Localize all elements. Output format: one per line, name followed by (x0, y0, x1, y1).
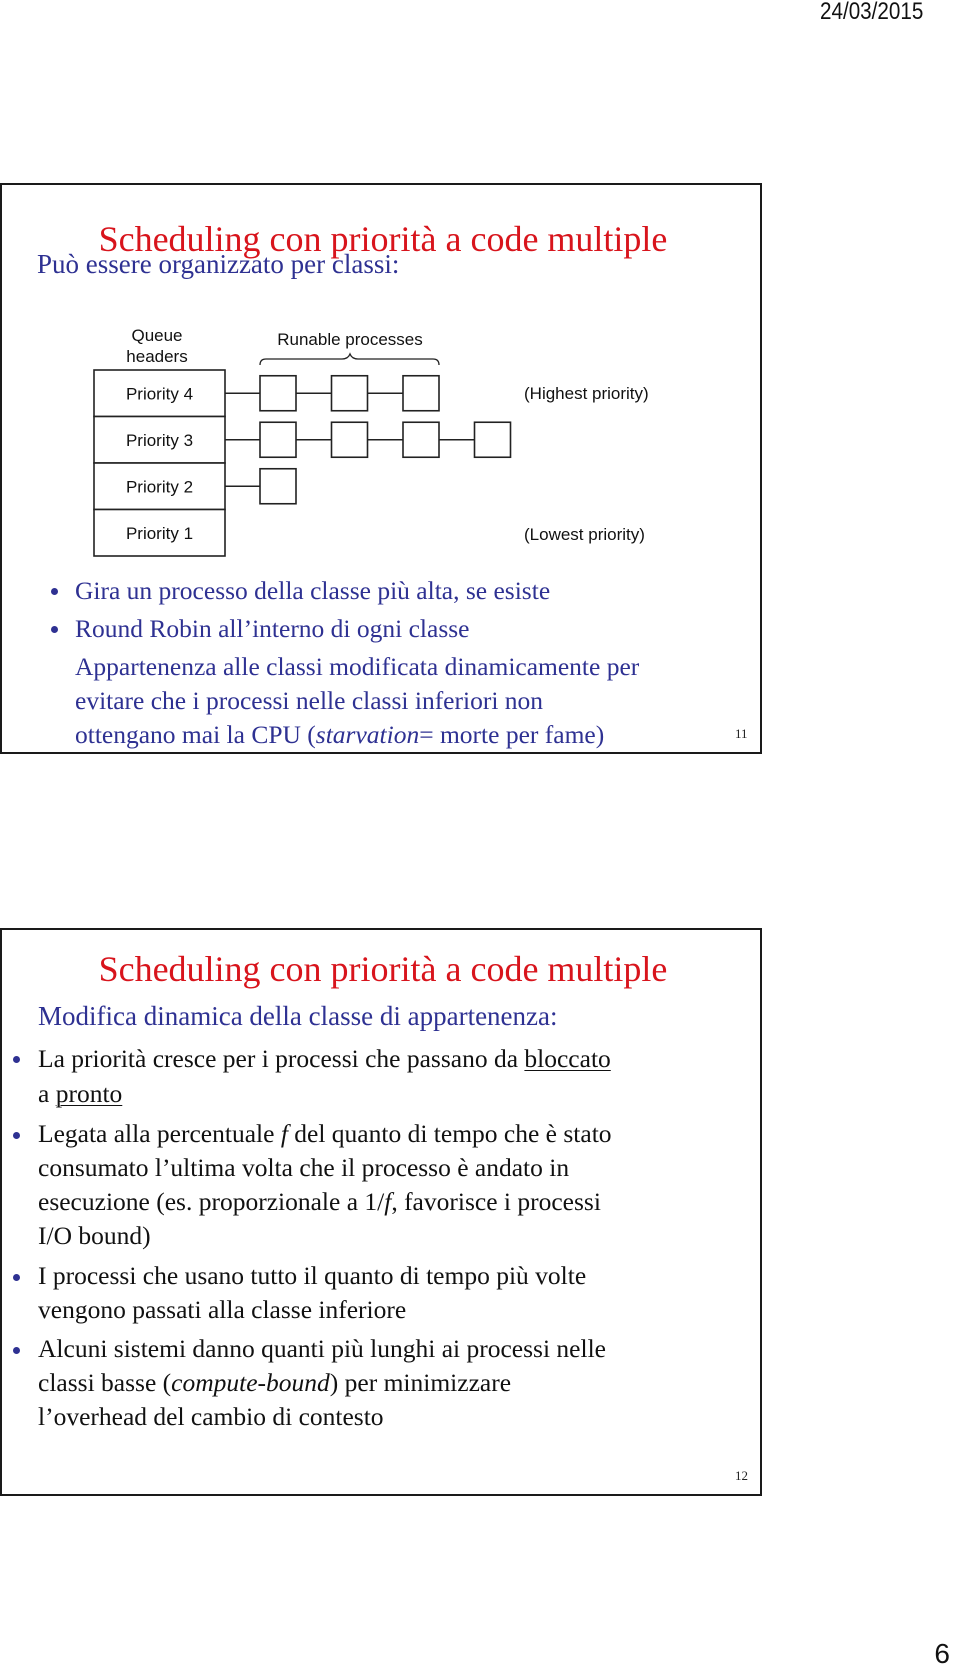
process-box (330, 421, 369, 459)
queue-header-label: Priority 3 (126, 431, 193, 450)
bullet-icon (51, 588, 58, 595)
brace (259, 352, 440, 366)
queue-row: Priority 2 (93, 462, 297, 511)
queue-headers-label-2: headers (126, 347, 187, 366)
bullet-line: Legata alla percentuale f del quanto di … (38, 1117, 612, 1151)
process-box (402, 421, 440, 459)
bullet-line: Alcuni sistemi danno quanti più lunghi a… (38, 1334, 606, 1363)
text: La priorità cresce per i processi che pa… (38, 1044, 525, 1073)
slide-11: Scheduling con priorità a code multiple … (0, 183, 762, 754)
runable-processes-label: Runable processes (277, 330, 423, 349)
bullet-icon (13, 1347, 20, 1354)
queue-row: Priority 4 (93, 369, 440, 418)
underlined-pronto: pronto (55, 1079, 123, 1108)
text: esecuzione (es. proporzionale a 1/ (38, 1187, 385, 1216)
text: , favorisce i processi (391, 1187, 601, 1216)
queue-headers-label: Queue (131, 326, 182, 345)
bullet-line: esecuzione (es. proporzionale a 1/f, fav… (38, 1185, 612, 1219)
text: a (38, 1079, 56, 1108)
priority-queues-diagram: Queue headers Runable processes Priority… (93, 326, 649, 557)
bullet-line: l’overhead del cambio di contesto (38, 1402, 384, 1431)
bullet-text: Gira un processo della classe più alta, … (75, 576, 551, 605)
paragraph-line: ottengano mai la CPU (starvation= morte … (75, 718, 639, 752)
bullet-line: I processi che usano tutto il quanto di … (38, 1261, 587, 1290)
bullet-icon (13, 1132, 20, 1139)
emphasis-f: f (280, 1119, 288, 1148)
bullet-icon (51, 626, 58, 633)
paragraph-line: Appartenenza alle classi modificata dina… (75, 652, 640, 681)
bullet-line: vengono passati alla classe inferiore (38, 1295, 407, 1324)
slide-number: 11 (735, 726, 748, 741)
queue-header-label: Priority 4 (126, 384, 193, 403)
queue-row: Priority 3 (93, 415, 512, 464)
text: ) per minimizzare (329, 1368, 512, 1397)
process-box (259, 374, 297, 412)
slide-subtitle: Modifica dinamica della classe di appart… (38, 1001, 558, 1031)
emphasis-compute-bound: compute-bound (171, 1368, 330, 1397)
page-number: 6 (934, 1638, 950, 1669)
bullet-line: consumato l’ultima volta che il processo… (38, 1153, 570, 1182)
text: del quanto di tempo che è stato (287, 1119, 612, 1148)
highest-priority-label: (Highest priority) (524, 384, 649, 403)
process-box (259, 421, 297, 459)
paragraph-line: evitare che i processi nelle classi infe… (75, 686, 544, 715)
process-box (473, 421, 512, 459)
bullet-line: La priorità cresce per i processi che pa… (38, 1041, 611, 1076)
queue-header-label: Priority 2 (126, 477, 193, 496)
slide-12: Scheduling con priorità a code multiple … (0, 928, 762, 1496)
document-date: 24/03/2015 (820, 0, 924, 25)
emphasis-starvation: starvation (315, 720, 420, 749)
process-box (402, 374, 440, 412)
queue-row: Priority 1 (93, 508, 226, 557)
text: ottengano mai la CPU ( (75, 720, 316, 749)
process-box (259, 467, 297, 505)
lowest-priority-label: (Lowest priority) (524, 525, 645, 544)
bullet-item: Round Robin all’interno di ogni classe (51, 611, 470, 646)
slide-number: 12 (735, 1468, 748, 1483)
bullet-icon (13, 1056, 20, 1063)
bullet-item: La priorità cresce per i processi che pa… (13, 1041, 611, 1111)
bullet-item: Gira un processo della classe più alta, … (51, 573, 551, 608)
bullet-item: I processi che usano tutto il quanto di … (13, 1259, 587, 1327)
bullet-line: a pronto (38, 1076, 611, 1111)
slide-title: Scheduling con priorità a code multiple (98, 949, 668, 989)
text: = morte per fame) (419, 720, 605, 749)
paragraph: Appartenenza alle classi modificata dina… (75, 650, 639, 752)
bullet-icon (13, 1274, 20, 1281)
bullet-item: Legata alla percentuale f del quanto di … (13, 1117, 612, 1253)
text: Legata alla percentuale (38, 1119, 281, 1148)
bullet-line: I/O bound) (38, 1221, 151, 1250)
text: classi basse ( (38, 1368, 172, 1397)
underlined-bloccato: bloccato (524, 1044, 611, 1073)
bullet-line: classi basse (compute-bound) per minimiz… (38, 1366, 606, 1400)
queue-header-label: Priority 1 (126, 524, 193, 543)
process-box (330, 374, 369, 412)
bullet-item: Alcuni sistemi danno quanti più lunghi a… (13, 1332, 606, 1434)
bullet-text: Round Robin all’interno di ogni classe (75, 614, 470, 643)
